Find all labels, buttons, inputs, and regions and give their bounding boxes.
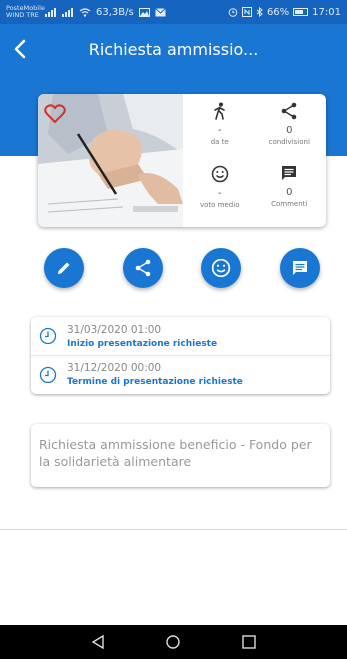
date-label: Inizio presentazione richieste — [67, 338, 218, 349]
back-button[interactable] — [0, 39, 40, 59]
info-card: - da te 0 condivisioni - voto medio 0 Co… — [38, 94, 326, 227]
comment-button[interactable] — [279, 248, 320, 288]
stat-label: voto medio — [200, 200, 240, 209]
dates-card: 31/03/2020 01:00 Inizio presentazione ri… — [31, 317, 330, 394]
battery-percentage: 66% — [266, 6, 290, 18]
date-row-end: 31/12/2020 00:00 Termine di presentazion… — [31, 355, 330, 393]
share-icon — [135, 259, 150, 277]
date-time: 31/03/2020 01:00 — [67, 323, 162, 336]
stat-value: - — [217, 187, 222, 199]
battery-icon — [293, 8, 309, 16]
heart-icon[interactable] — [44, 104, 66, 124]
rate-button[interactable] — [201, 248, 242, 288]
smiley-icon — [212, 258, 231, 278]
stat-label: Commenti — [271, 199, 308, 208]
stat-value: - — [217, 125, 222, 136]
walking-person-icon — [213, 102, 225, 120]
alarm-icon — [228, 8, 238, 17]
signal-icon — [45, 7, 56, 17]
date-label: Termine di presentazione richieste — [67, 377, 243, 387]
bluetooth-icon — [256, 7, 263, 17]
navigation-bar — [0, 625, 347, 659]
comment-icon — [292, 260, 307, 275]
carrier-name: PosteMobile WIND TRE — [6, 5, 45, 19]
status-bar: PosteMobile WIND TRE 63,3B/s 66% 17:01 — [0, 0, 347, 24]
recents-square-icon[interactable] — [241, 634, 257, 650]
stats-grid: - da te 0 condivisioni - voto medio 0 Co… — [183, 94, 326, 227]
action-buttons — [44, 248, 320, 288]
gallery-icon — [138, 7, 150, 17]
pencil-icon — [58, 262, 70, 274]
chevron-left-icon — [14, 39, 26, 59]
carrier-line-2: WIND TRE — [6, 11, 39, 19]
signal-2-icon — [62, 7, 73, 17]
stat-value: 0 — [286, 186, 293, 198]
edit-button[interactable] — [44, 248, 84, 288]
clock: 17:01 — [312, 6, 341, 18]
share-icon — [281, 102, 297, 120]
page-title: Richiesta ammissio... — [88, 39, 259, 59]
app-bar: Richiesta ammissio... — [0, 24, 347, 74]
mail-icon — [154, 7, 166, 16]
home-circle-icon[interactable] — [165, 634, 181, 650]
date-time: 31/12/2020 00:00 — [67, 362, 162, 374]
share-button[interactable] — [122, 248, 163, 288]
stat-label: condivisioni — [268, 138, 310, 146]
nfc-icon — [241, 7, 252, 17]
stat-by-you: - da te — [185, 98, 255, 161]
smiley-icon — [211, 165, 228, 182]
stat-label: da te — [210, 138, 229, 146]
wifi-icon — [79, 7, 91, 17]
divider — [0, 529, 347, 530]
cover-image — [38, 94, 183, 227]
stat-average-rating: - voto medio — [185, 161, 255, 224]
back-triangle-icon[interactable] — [90, 634, 106, 650]
stat-shares: 0 condivisioni — [255, 98, 325, 161]
stat-comments: 0 Commenti — [255, 161, 325, 224]
date-row-start: 31/03/2020 01:00 Inizio presentazione ri… — [31, 317, 330, 355]
network-speed: 63,3B/s — [96, 6, 134, 18]
description-card: Richiesta ammissione beneficio - Fondo p… — [31, 424, 330, 487]
comment-icon — [282, 165, 297, 180]
stat-value: 0 — [286, 125, 293, 136]
clock-icon — [39, 366, 57, 383]
clock-icon — [39, 327, 57, 345]
